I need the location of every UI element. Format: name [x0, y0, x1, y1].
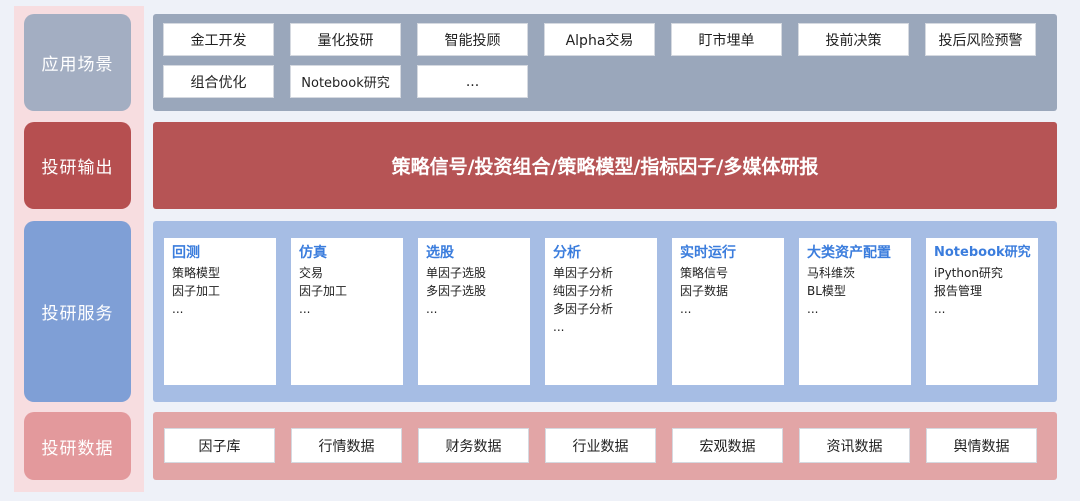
card-item: 因子加工 [172, 284, 221, 298]
card-item: 报告管理 [934, 284, 983, 298]
card-item: ... [553, 320, 565, 334]
data-chip: 财务数据 [418, 428, 529, 463]
scenario-chip: 投后风险预警 [925, 23, 1036, 56]
row-label-data: 投研数据 [24, 412, 131, 480]
card-title: 选股 [426, 245, 454, 261]
data-chip: 行情数据 [291, 428, 402, 463]
card-item: 多因子分析 [553, 302, 614, 316]
output-panel: 策略信号/投资组合/策略模型/指标因子/多媒体研报 [153, 122, 1057, 209]
scenario-chip: 金工开发 [163, 23, 274, 56]
card-item: 策略模型 [172, 266, 221, 280]
card-item: 纯因子分析 [553, 284, 614, 298]
card-title: 实时运行 [680, 245, 736, 261]
row-label-output: 投研输出 [24, 122, 131, 209]
scenarios-panel: 金工开发 量化投研 智能投顾 Alpha交易 盯市埋单 投前决策 投后风险预警 … [153, 14, 1057, 111]
data-chip: 行业数据 [545, 428, 656, 463]
scenario-chip: 盯市埋单 [671, 23, 782, 56]
card-item: ... [680, 302, 692, 316]
data-chip: 宏观数据 [672, 428, 783, 463]
card-title: 大类资产配置 [807, 245, 891, 261]
scenario-chip: Alpha交易 [544, 23, 655, 56]
card-item: 马科维茨 [807, 266, 856, 280]
service-card-stock-selection: 选股 单因子选股 多因子选股 ... [418, 238, 530, 385]
card-title: Notebook研究 [934, 245, 1031, 260]
scenario-chip: 智能投顾 [417, 23, 528, 56]
card-title: 仿真 [299, 245, 327, 261]
scenario-chip: 量化投研 [290, 23, 401, 56]
data-chip: 因子库 [164, 428, 275, 463]
service-card-realtime: 实时运行 策略信号 因子数据 ... [672, 238, 784, 385]
card-item: ... [934, 302, 946, 316]
card-item: 单因子选股 [426, 266, 487, 280]
card-item: BL模型 [807, 284, 846, 298]
service-card-notebook: Notebook研究 iPython研究 报告管理 ... [926, 238, 1038, 385]
card-item: ... [426, 302, 438, 316]
scenario-chip: 投前决策 [798, 23, 909, 56]
architecture-diagram: 应用场景 投研输出 投研服务 投研数据 金工开发 量化投研 智能投顾 Alpha… [0, 0, 1080, 501]
card-item: 交易 [299, 266, 324, 280]
service-card-asset-allocation: 大类资产配置 马科维茨 BL模型 ... [799, 238, 911, 385]
card-item: iPython研究 [934, 266, 1003, 280]
card-title: 分析 [553, 245, 581, 261]
card-item: 因子数据 [680, 284, 729, 298]
scenario-chip: ... [417, 65, 528, 98]
row-label-services: 投研服务 [24, 221, 131, 402]
card-item: 多因子选股 [426, 284, 487, 298]
service-card-analysis: 分析 单因子分析 纯因子分析 多因子分析 ... [545, 238, 657, 385]
card-item: 单因子分析 [553, 266, 614, 280]
card-item: 策略信号 [680, 266, 729, 280]
data-chip: 资讯数据 [799, 428, 910, 463]
service-card-simulation: 仿真 交易 因子加工 ... [291, 238, 403, 385]
scenario-chip: 组合优化 [163, 65, 274, 98]
card-item: 因子加工 [299, 284, 348, 298]
service-card-backtest: 回测 策略模型 因子加工 ... [164, 238, 276, 385]
scenario-chip: Notebook研究 [290, 65, 401, 98]
data-panel: 因子库 行情数据 财务数据 行业数据 宏观数据 资讯数据 舆情数据 [153, 412, 1057, 480]
output-text: 策略信号/投资组合/策略模型/指标因子/多媒体研报 [391, 156, 819, 178]
card-item: ... [172, 302, 184, 316]
card-item: ... [807, 302, 819, 316]
card-item: ... [299, 302, 311, 316]
data-chip: 舆情数据 [926, 428, 1037, 463]
row-label-scenarios: 应用场景 [24, 14, 131, 111]
card-title: 回测 [172, 245, 200, 261]
